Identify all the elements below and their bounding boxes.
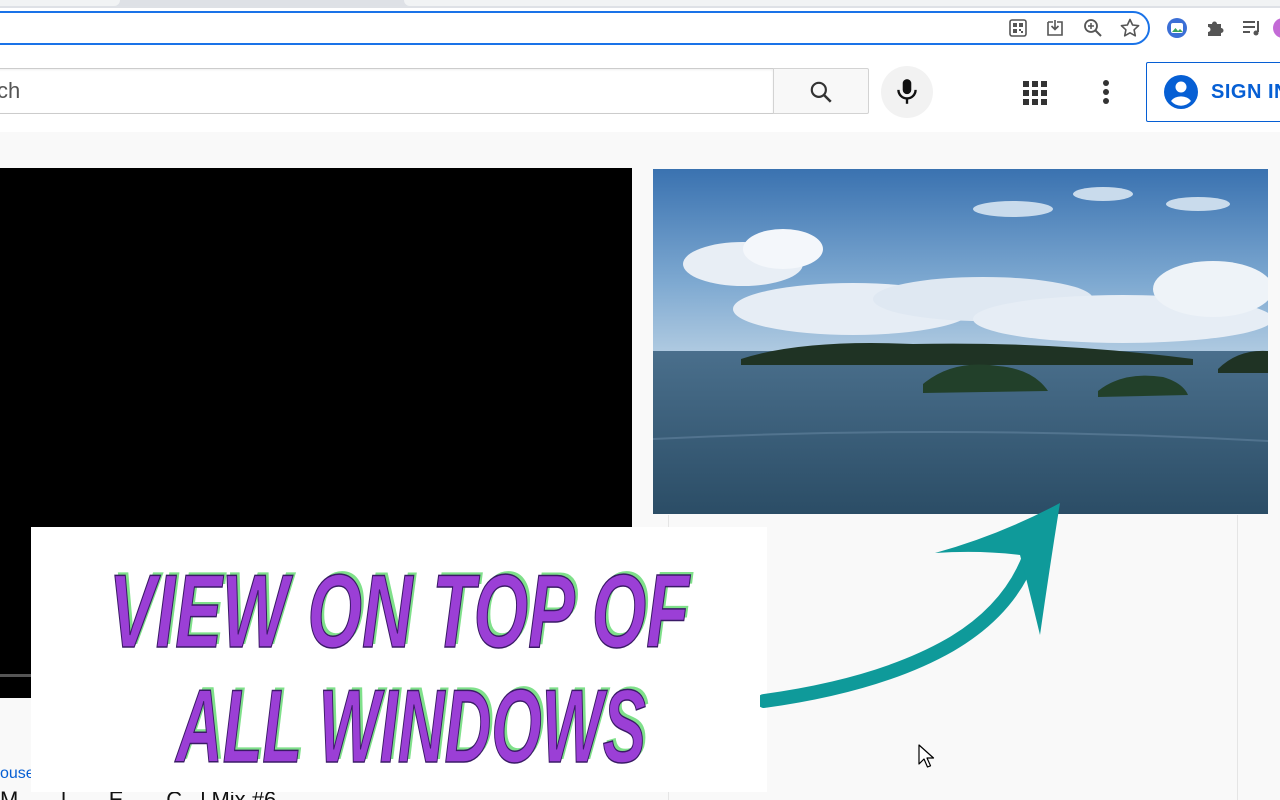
address-bar[interactable] <box>0 11 1150 45</box>
mouse-cursor-icon <box>918 744 935 768</box>
microphone-icon <box>897 79 917 104</box>
extensions-puzzle-icon[interactable] <box>1204 17 1226 39</box>
picture-in-picture-window[interactable] <box>653 169 1268 514</box>
browser-tab-active[interactable] <box>404 0 1280 6</box>
search-icon <box>810 81 832 103</box>
bookmark-star-icon[interactable] <box>1119 17 1141 39</box>
reading-list-icon[interactable] <box>1241 17 1263 39</box>
picture-in-picture-extension-icon[interactable] <box>1166 17 1188 39</box>
apps-grid-icon[interactable] <box>1016 74 1054 112</box>
more-options-icon[interactable] <box>1090 74 1122 112</box>
account-circle-icon <box>1164 75 1198 109</box>
voice-search-button[interactable] <box>881 66 933 118</box>
channel-link[interactable]: ouse <box>0 765 35 783</box>
zoom-icon[interactable] <box>1082 17 1104 39</box>
promo-text-graphic: VIEW ON TOP OF VIEW ON TOP OF ALL WINDOW… <box>108 551 693 786</box>
qr-code-icon[interactable] <box>1007 17 1029 39</box>
search-box[interactable] <box>0 68 774 114</box>
install-app-icon[interactable] <box>1044 17 1066 39</box>
promo-banner: VIEW ON TOP OF VIEW ON TOP OF ALL WINDOW… <box>31 527 767 792</box>
sign-in-label: SIGN IN <box>1211 81 1280 103</box>
tab-strip <box>0 0 1280 8</box>
browser-tab[interactable] <box>0 0 120 6</box>
promo-line1: VIEW ON TOP OF <box>109 554 691 670</box>
sign-in-button[interactable]: SIGN IN <box>1146 62 1280 122</box>
teal-arrow-graphic <box>760 503 1060 708</box>
search-button[interactable] <box>773 68 869 114</box>
profile-avatar-icon[interactable] <box>1272 17 1280 39</box>
search-input[interactable] <box>0 69 757 113</box>
promo-line2: ALL WINDOWS <box>174 669 646 785</box>
landscape-video-frame <box>653 169 1268 514</box>
browser-toolbar <box>0 0 1280 54</box>
